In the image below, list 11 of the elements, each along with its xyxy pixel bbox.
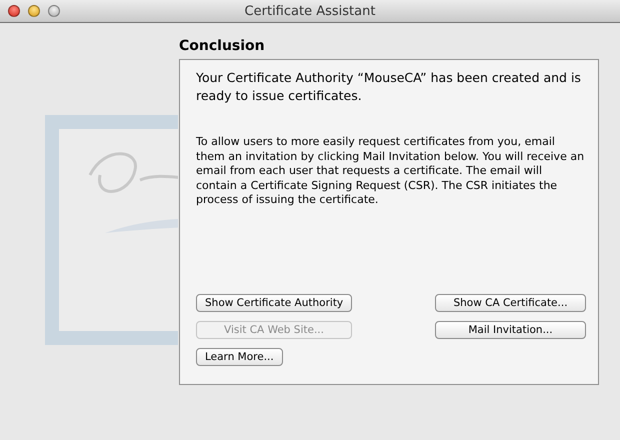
headline-text: Your Certificate Authority “MouseCA” has been created and is ready to issue certificates. (196, 69, 582, 105)
push-button[interactable]: Mail Invitation... (435, 321, 586, 339)
push-button[interactable]: Show Certificate Authority (196, 294, 352, 312)
body-text: To allow users to more easily request certificates from you, email them an invitation by clicking Mail Invitation below. You will receive an email from each user that requests a certificate. The email will contain a Certificate Signing Request (CSR). The CSR initiates the process of issuing the certificate. (196, 135, 586, 208)
zoom-icon[interactable] (48, 5, 60, 17)
page-heading: Conclusion (179, 38, 266, 54)
push-button[interactable]: Learn More... (196, 348, 283, 366)
minimize-icon[interactable] (28, 5, 40, 17)
window-title: Certificate Assistant (244, 4, 376, 18)
push-button[interactable]: Show CA Certificate... (435, 294, 586, 312)
close-icon[interactable] (8, 5, 20, 17)
